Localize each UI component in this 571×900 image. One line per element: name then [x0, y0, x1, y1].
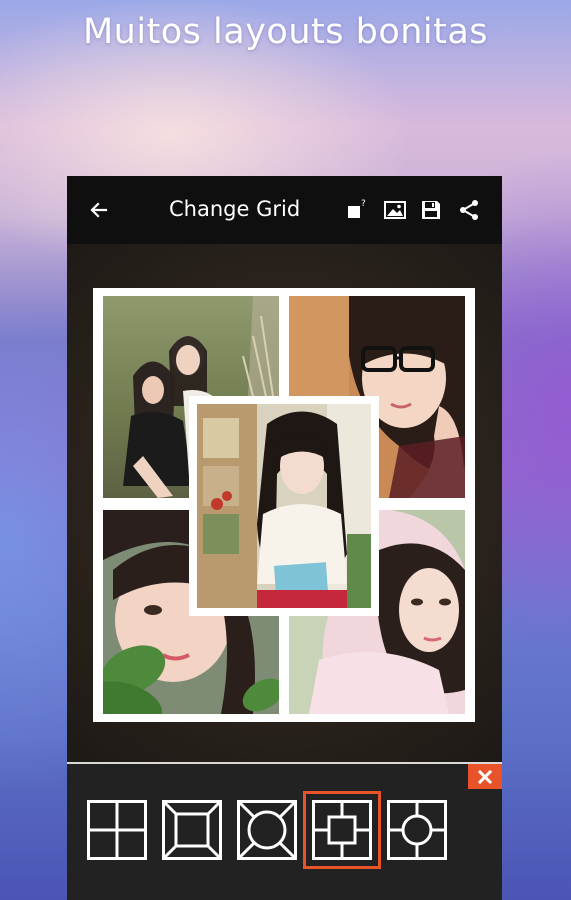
share-icon[interactable] — [457, 198, 481, 222]
save-icon[interactable] — [419, 198, 443, 222]
image-icon[interactable] — [383, 198, 407, 222]
back-arrow-icon[interactable] — [85, 196, 113, 224]
headline: Muitos layouts bonitas — [82, 12, 489, 52]
grid-option-circle-corner-lines[interactable] — [237, 800, 297, 860]
page-title: Change Grid — [169, 197, 301, 221]
close-icon[interactable] — [468, 764, 502, 789]
phone-screen: Change Grid ? — [67, 176, 502, 900]
grid-picker — [67, 764, 502, 900]
photo-girl-holding-book[interactable] — [189, 396, 379, 616]
grid-option-four-squares[interactable] — [87, 800, 147, 860]
grid-option-center-square-cross[interactable] — [303, 791, 381, 869]
toolbar: Change Grid ? — [67, 176, 502, 244]
collage-frame — [93, 288, 475, 722]
grid-option-frame-corner-lines[interactable] — [162, 800, 222, 860]
resize-icon[interactable]: ? — [345, 198, 369, 222]
collage-stage — [67, 244, 502, 762]
svg-text:?: ? — [361, 199, 366, 209]
grid-option-center-circle-cross[interactable] — [387, 800, 447, 860]
